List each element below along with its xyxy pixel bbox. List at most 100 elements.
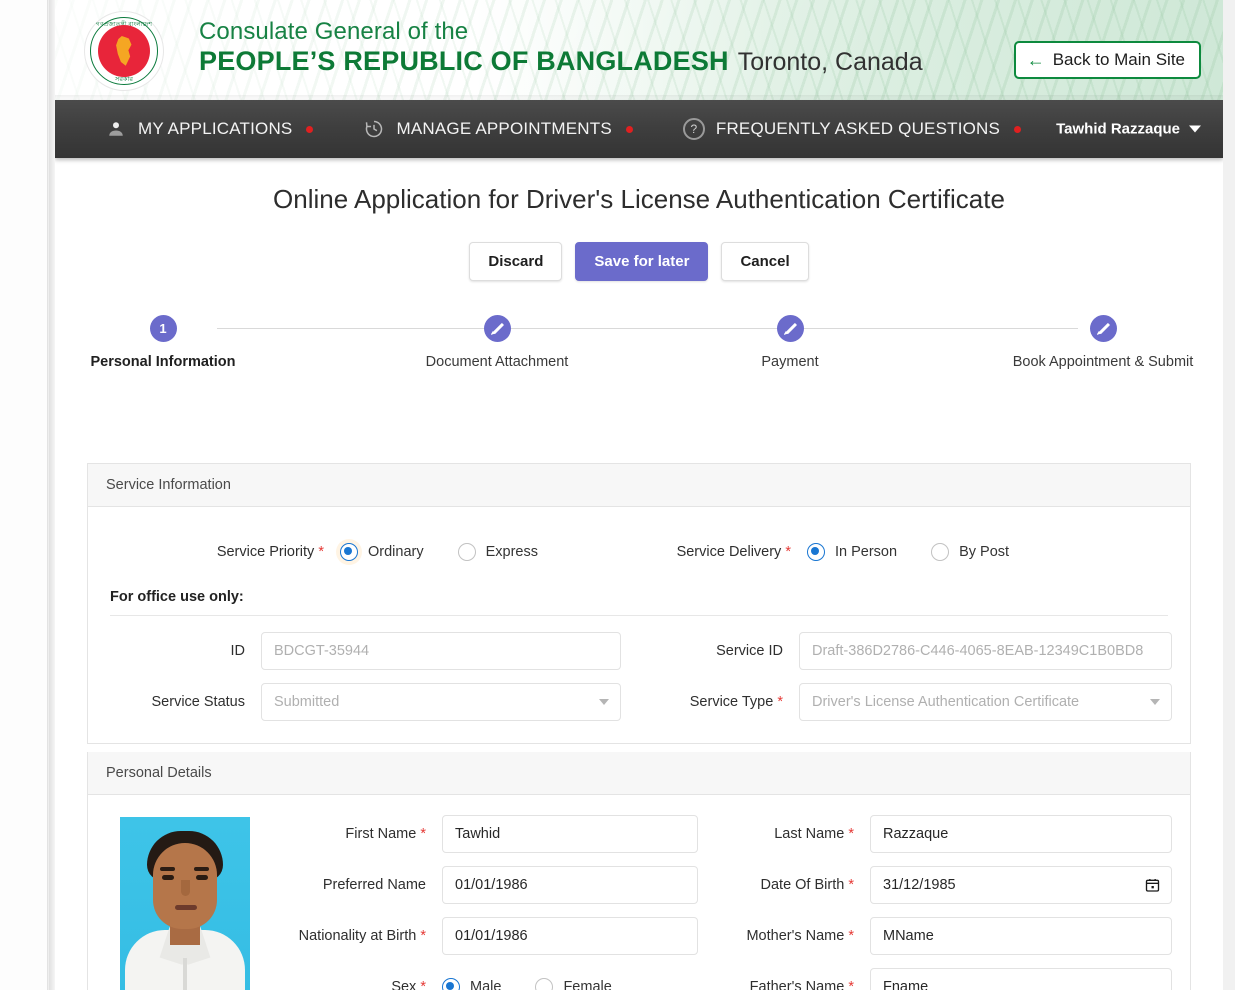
radio-express-icon[interactable] xyxy=(457,543,476,561)
applicant-photo xyxy=(120,817,250,990)
mothers-name-input[interactable]: MName xyxy=(870,917,1172,955)
step-label-book-appointment-submit: Book Appointment & Submit xyxy=(1012,354,1194,370)
required-asterisk: * xyxy=(420,979,426,990)
personal-details-heading: Personal Details xyxy=(88,752,1190,795)
required-asterisk: * xyxy=(848,928,854,944)
fathers-name-input[interactable]: Fname xyxy=(870,968,1172,990)
first-name-label: First Name * xyxy=(268,826,442,842)
left-gutter xyxy=(0,0,48,990)
nav-item-faq[interactable]: ? FREQUENTLY ASKED QUESTIONS xyxy=(679,118,1025,140)
chevron-down-icon xyxy=(1150,699,1160,705)
required-asterisk: * xyxy=(420,928,426,944)
user-name-label: Tawhid Razzaque xyxy=(1056,120,1180,138)
step-book-appointment-submit[interactable]: Book Appointment & Submit xyxy=(993,315,1213,370)
service-type-select[interactable]: Driver's License Authentication Certific… xyxy=(799,683,1172,721)
service-type-field: Service Type * Driver's License Authenti… xyxy=(639,683,1172,721)
right-gutter xyxy=(1223,0,1235,990)
radio-by-post-icon[interactable] xyxy=(931,543,950,561)
required-asterisk: * xyxy=(777,694,783,710)
required-asterisk: * xyxy=(848,979,854,990)
preferred-name-dob-row: Preferred Name 01/01/1986 Date Of Birth … xyxy=(268,866,1172,904)
step-personal-information[interactable]: 1 Personal Information xyxy=(55,315,273,370)
step-badge-1: 1 xyxy=(149,315,177,342)
calendar-icon[interactable] xyxy=(1144,877,1161,893)
sex-field: Sex * Male Female xyxy=(268,968,720,990)
service-status-value: Submitted xyxy=(274,694,340,710)
chevron-down-icon xyxy=(599,699,609,705)
service-status-select[interactable]: Submitted xyxy=(261,683,621,721)
personal-details-body: First Name * Tawhid Last Name * Razzaque… xyxy=(88,795,1190,990)
brand-city: Toronto, Canada xyxy=(737,48,923,76)
first-name-label-text: First Name xyxy=(345,826,417,842)
radio-female-icon[interactable] xyxy=(535,978,554,990)
service-priority-label-text: Service Priority xyxy=(216,544,315,560)
step-badge-3 xyxy=(776,315,804,342)
service-id-label: Service ID xyxy=(639,643,799,659)
step-payment[interactable]: Payment xyxy=(680,315,900,370)
step-document-attachment[interactable]: Document Attachment xyxy=(387,315,607,370)
nationality-at-birth-label: Nationality at Birth * xyxy=(268,928,442,944)
radio-male-icon[interactable] xyxy=(442,978,460,990)
radio-option-by-post[interactable]: By Post xyxy=(931,543,1009,561)
service-type-label-text: Service Type xyxy=(689,694,774,710)
preferred-name-input[interactable]: 01/01/1986 xyxy=(442,866,698,904)
date-of-birth-value: 31/12/1985 xyxy=(883,877,956,893)
radio-option-express[interactable]: Express xyxy=(457,543,538,561)
for-office-use-only-label: For office use only: xyxy=(110,589,244,605)
nav-item-manage-appointments[interactable]: MANAGE APPOINTMENTS xyxy=(359,118,636,140)
radio-label-in-person: In Person xyxy=(835,544,898,560)
required-asterisk: * xyxy=(420,826,426,842)
discard-button[interactable]: Discard xyxy=(469,242,563,281)
pencil-icon xyxy=(1097,322,1110,335)
first-name-input[interactable]: Tawhid xyxy=(442,815,698,853)
radio-label-female: Female xyxy=(563,979,612,990)
id-label: ID xyxy=(106,643,261,659)
service-delivery-field: Service Delivery * In Person By Post xyxy=(639,543,1172,561)
emblem-bottom-text: সরকার xyxy=(115,76,133,83)
bangladesh-govt-emblem-icon: গণপ্রজাতন্ত্রী বাংলাদেশ সরকার xyxy=(85,12,163,90)
date-of-birth-input[interactable]: 31/12/1985 xyxy=(870,866,1172,904)
required-asterisk: * xyxy=(848,826,854,842)
cancel-button[interactable]: Cancel xyxy=(721,242,809,281)
back-to-main-site-label: Back to Main Site xyxy=(1052,50,1185,69)
step-label-document-attachment: Document Attachment xyxy=(425,354,569,370)
service-type-value: Driver's License Authentication Certific… xyxy=(812,694,1080,710)
back-to-main-site-button[interactable]: ← Back to Main Site xyxy=(1013,41,1201,79)
radio-option-female[interactable]: Female xyxy=(535,978,612,990)
page-title: Online Application for Driver's License … xyxy=(273,184,1005,214)
mothers-name-label-text: Mother's Name xyxy=(746,928,845,944)
preferred-name-label-text: Preferred Name xyxy=(322,877,426,893)
stepper-connector xyxy=(510,328,785,329)
fathers-name-label: Father's Name * xyxy=(720,979,870,990)
sex-label-text: Sex xyxy=(391,979,417,990)
radio-option-male[interactable]: Male xyxy=(442,978,501,990)
radio-label-ordinary: Ordinary xyxy=(368,544,424,560)
first-name-field: First Name * Tawhid xyxy=(268,815,720,853)
stepper-connector xyxy=(803,328,1078,329)
fathers-name-field: Father's Name * Fname xyxy=(720,968,1172,990)
service-priority-label: Service Priority * xyxy=(106,544,340,560)
chevron-down-icon xyxy=(1189,125,1201,133)
service-delivery-radio-group: In Person By Post xyxy=(807,543,1172,561)
person-icon xyxy=(105,118,127,140)
preferred-name-field: Preferred Name 01/01/1986 xyxy=(268,866,720,904)
service-delivery-label-text: Service Delivery xyxy=(676,544,782,560)
last-name-input[interactable]: Razzaque xyxy=(870,815,1172,853)
radio-option-ordinary[interactable]: Ordinary xyxy=(340,543,424,561)
nav-item-my-applications[interactable]: MY APPLICATIONS xyxy=(101,118,317,140)
radio-option-in-person[interactable]: In Person xyxy=(807,543,897,561)
radio-in-person-icon[interactable] xyxy=(807,543,825,561)
id-input[interactable]: BDCGT-35944 xyxy=(261,632,621,670)
date-of-birth-label-text: Date Of Birth xyxy=(760,877,845,893)
service-priority-delivery-row: Service Priority * Ordinary Express Serv… xyxy=(106,543,1172,561)
radio-ordinary-icon[interactable] xyxy=(340,543,358,561)
service-id-input[interactable]: Draft-386D2786-C446-4065-8EAB-12349C1B0B… xyxy=(799,632,1172,670)
question-circle-icon: ? xyxy=(682,118,705,140)
nationality-at-birth-label-text: Nationality at Birth xyxy=(298,928,417,944)
service-information-card: Service Information Service Priority * O… xyxy=(87,463,1191,744)
user-menu[interactable]: Tawhid Razzaque xyxy=(1056,121,1201,138)
id-label-text: ID xyxy=(230,643,246,659)
nationality-at-birth-input[interactable]: 01/01/1986 xyxy=(442,917,698,955)
service-id-field: Service ID Draft-386D2786-C446-4065-8EAB… xyxy=(639,632,1172,670)
save-for-later-button[interactable]: Save for later xyxy=(575,242,709,281)
